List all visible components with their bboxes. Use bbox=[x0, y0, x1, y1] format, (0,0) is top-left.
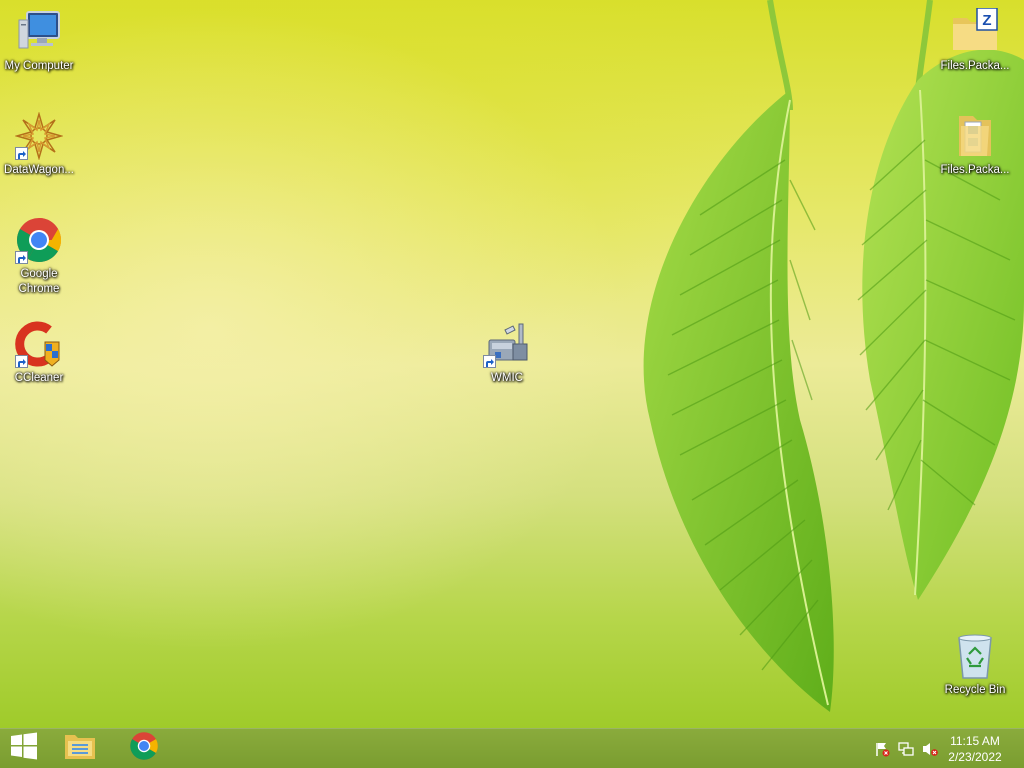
desktop-icon-label: Files.Packa... bbox=[940, 164, 1010, 176]
clock-date: 2/23/2022 bbox=[948, 750, 1002, 764]
shortcut-arrow-icon bbox=[15, 251, 28, 264]
desktop[interactable]: My Computer DataWagon... Google Chrome C… bbox=[0, 0, 1024, 728]
desktop-icon-wmic[interactable]: WMIC bbox=[469, 320, 545, 386]
windows-start-icon bbox=[10, 732, 38, 765]
action-center-flag-icon[interactable] bbox=[874, 741, 890, 757]
desktop-icon-my-computer[interactable]: My Computer bbox=[1, 8, 77, 74]
shortcut-arrow-icon bbox=[483, 355, 496, 368]
desktop-icon-label: Google Chrome bbox=[18, 268, 60, 295]
desktop-icon-label: WMIC bbox=[491, 372, 523, 384]
desktop-icon-label: DataWagon... bbox=[4, 164, 74, 176]
taskbar-google-chrome[interactable] bbox=[120, 729, 168, 768]
wmic-icon bbox=[483, 320, 531, 368]
shortcut-arrow-icon bbox=[15, 355, 28, 368]
recycle-bin-icon bbox=[951, 632, 999, 680]
desktop-icon-recycle-bin[interactable]: Recycle Bin bbox=[937, 632, 1013, 698]
network-icon[interactable] bbox=[898, 741, 914, 757]
folder-icon bbox=[951, 112, 999, 160]
taskbar-clock[interactable]: 11:15 AM 2/23/2022 bbox=[940, 733, 1010, 765]
desktop-icon-files-package-zip[interactable]: Z Files.Packa... bbox=[937, 7, 1013, 74]
zip-folder-icon: Z bbox=[951, 7, 999, 56]
file-explorer-icon bbox=[63, 731, 97, 766]
chrome-icon bbox=[129, 731, 159, 766]
clock-time: 11:15 AM bbox=[950, 734, 1000, 748]
desktop-icon-ccleaner[interactable]: CCleaner bbox=[1, 320, 77, 386]
shortcut-arrow-icon bbox=[15, 147, 28, 160]
desktop-icon-files-package-folder[interactable]: Files.Packa... bbox=[937, 112, 1013, 178]
computer-icon bbox=[15, 8, 63, 56]
desktop-icon-label: My Computer bbox=[4, 60, 74, 72]
ccleaner-icon bbox=[15, 320, 63, 368]
datawagon-icon bbox=[14, 111, 64, 161]
desktop-icon-google-chrome[interactable]: Google Chrome bbox=[1, 216, 77, 297]
start-button[interactable] bbox=[0, 729, 48, 768]
desktop-icon-datawagon[interactable]: DataWagon... bbox=[1, 111, 77, 178]
taskbar-file-explorer[interactable] bbox=[56, 729, 104, 768]
taskbar: 11:15 AM 2/23/2022 bbox=[0, 728, 1024, 768]
desktop-icon-label: Recycle Bin bbox=[944, 684, 1006, 696]
desktop-icon-label: Files.Packa... bbox=[940, 60, 1010, 72]
chrome-icon bbox=[15, 216, 63, 264]
volume-muted-icon[interactable] bbox=[922, 741, 938, 757]
desktop-icon-label: CCleaner bbox=[14, 372, 64, 384]
svg-text:Z: Z bbox=[982, 12, 991, 29]
